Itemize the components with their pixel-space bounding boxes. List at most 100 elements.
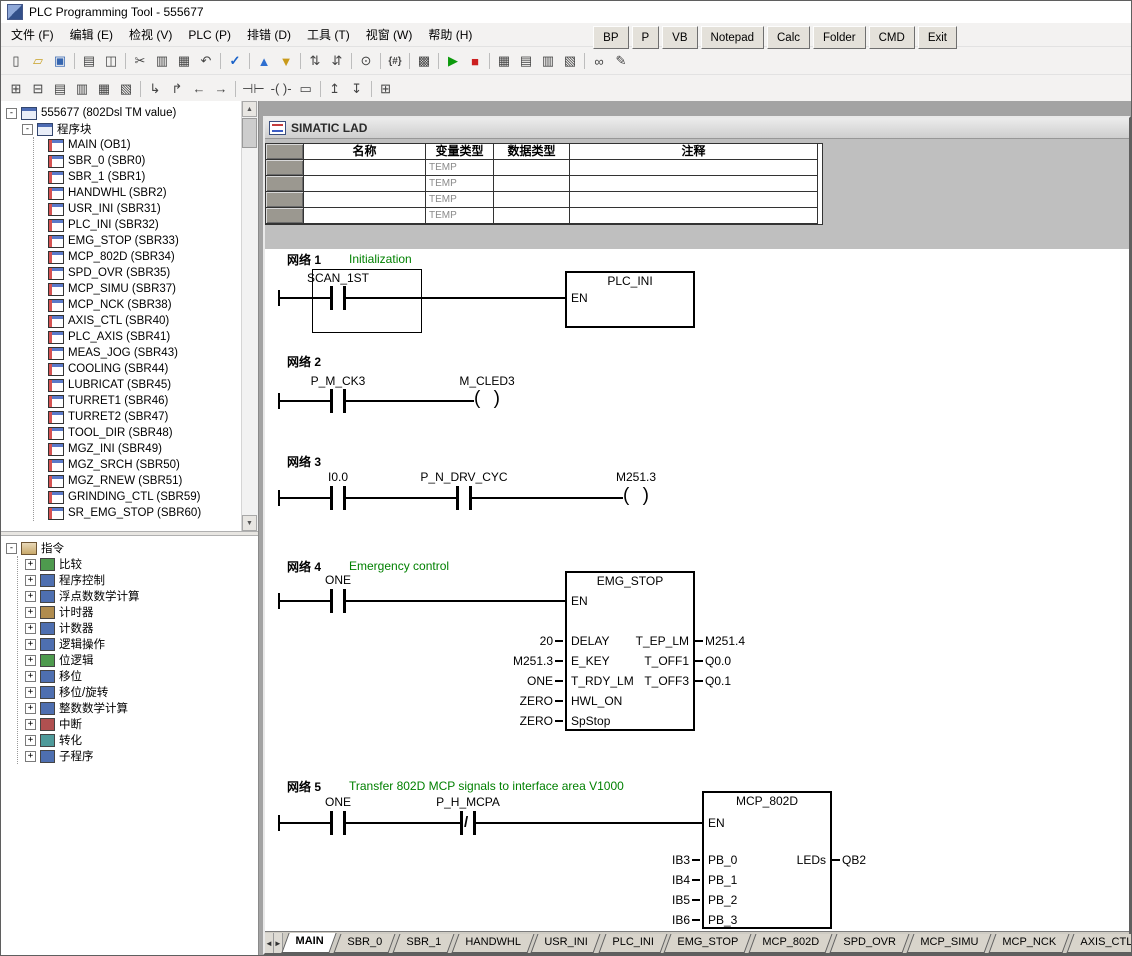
tree-item-block[interactable]: MGZ_RNEW (SBR51) bbox=[34, 473, 258, 489]
quick-launch-button[interactable]: Exit bbox=[918, 26, 957, 49]
expander-icon[interactable]: + bbox=[25, 719, 36, 730]
pou-tab[interactable]: USR_INI bbox=[531, 934, 601, 953]
tree-item-block[interactable]: SR_EMG_STOP (SBR60) bbox=[34, 505, 258, 521]
menu-item[interactable]: 检视 (V) bbox=[121, 23, 180, 46]
contact[interactable] bbox=[330, 589, 346, 613]
edit-pen-icon[interactable]: ✎ bbox=[610, 51, 632, 71]
tree-item-instruction-category[interactable]: + 转化 bbox=[18, 732, 258, 748]
pou-tab[interactable]: AXIS_CTL bbox=[1066, 934, 1132, 953]
expander-icon[interactable]: + bbox=[25, 751, 36, 762]
tree-item-instruction-category[interactable]: + 逻辑操作 bbox=[18, 636, 258, 652]
pou-tab[interactable]: EMG_STOP bbox=[664, 934, 752, 953]
row-header-cell[interactable] bbox=[266, 208, 304, 224]
function-box-mcp-802d[interactable]: MCP_802D EN PB_0PB_1PB_2PB_3 LEDs bbox=[702, 791, 832, 929]
expander-icon[interactable]: + bbox=[25, 559, 36, 570]
contact[interactable] bbox=[456, 486, 472, 510]
pou-tab-active[interactable]: MAIN bbox=[281, 933, 336, 953]
contact[interactable] bbox=[330, 486, 346, 510]
expander-icon[interactable]: - bbox=[22, 124, 33, 135]
pou-tab[interactable]: SBR_1 bbox=[392, 934, 454, 953]
line-up-icon[interactable]: ↱ bbox=[166, 79, 188, 99]
force-on-icon[interactable]: ↥ bbox=[324, 79, 346, 99]
coil-icon[interactable]: -( )- bbox=[268, 79, 295, 99]
pou-tab[interactable]: PLC_INI bbox=[598, 934, 666, 953]
title-bar[interactable]: PLC Programming Tool - 555677 bbox=[1, 1, 1131, 24]
operand-row[interactable]: IB6 bbox=[570, 910, 700, 930]
name-cell[interactable] bbox=[304, 176, 426, 192]
ladder-canvas[interactable]: 网络 1 Initialization SCAN_1ST PLC_INI EN … bbox=[265, 249, 1129, 932]
tree-item-block[interactable]: TURRET1 (SBR46) bbox=[34, 393, 258, 409]
operand-row[interactable]: ONE bbox=[433, 671, 563, 691]
cut-icon[interactable]: ✂ bbox=[129, 51, 151, 71]
insert-row-icon[interactable]: ▤ bbox=[49, 79, 71, 99]
expander-icon[interactable]: - bbox=[6, 543, 17, 554]
tree-item-block[interactable]: MGZ_INI (SBR49) bbox=[34, 441, 258, 457]
tree-item-instruction-category[interactable]: + 程序控制 bbox=[18, 572, 258, 588]
quick-launch-button[interactable]: CMD bbox=[869, 26, 915, 49]
tree-item-block[interactable]: MAIN (OB1) bbox=[34, 137, 258, 153]
menu-item[interactable]: 编辑 (E) bbox=[62, 23, 121, 46]
coil[interactable]: () bbox=[623, 485, 649, 509]
expander-icon[interactable]: + bbox=[25, 607, 36, 618]
quick-launch-button[interactable]: Calc bbox=[767, 26, 810, 49]
operand-row[interactable]: 20 bbox=[433, 631, 563, 651]
new-file-icon[interactable]: ▯ bbox=[5, 51, 27, 71]
stop-icon[interactable]: ■ bbox=[464, 51, 486, 71]
expander-icon[interactable]: + bbox=[25, 735, 36, 746]
tree-item-block[interactable]: EMG_STOP (SBR33) bbox=[34, 233, 258, 249]
tree-item-block[interactable]: HANDWHL (SBR2) bbox=[34, 185, 258, 201]
program-status-icon[interactable]: ▦ bbox=[493, 51, 515, 71]
menu-item[interactable]: PLC (P) bbox=[180, 25, 239, 45]
menu-item[interactable]: 帮助 (H) bbox=[420, 23, 480, 46]
tab-scroll-left-icon[interactable]: ◄ bbox=[265, 933, 274, 953]
find-icon[interactable]: ⊙ bbox=[355, 51, 377, 71]
operand-row[interactable]: ZERO bbox=[433, 711, 563, 731]
tree-item-program-blocks[interactable]: - 程序块 bbox=[22, 121, 258, 137]
expander-icon[interactable]: + bbox=[25, 671, 36, 682]
print-preview-icon[interactable]: ◫ bbox=[100, 51, 122, 71]
expander-icon[interactable]: + bbox=[25, 639, 36, 650]
expander-icon[interactable]: - bbox=[6, 108, 17, 119]
menu-item[interactable]: 排错 (D) bbox=[239, 23, 299, 46]
contact[interactable] bbox=[330, 811, 346, 835]
project-tree-scrollbar[interactable]: ▲ ▼ bbox=[241, 101, 258, 531]
operand-row[interactable]: IB3 bbox=[570, 850, 700, 870]
tree-item-instruction-category[interactable]: + 计时器 bbox=[18, 604, 258, 620]
scroll-down-icon[interactable]: ▼ bbox=[242, 515, 257, 531]
run-icon[interactable]: ▶ bbox=[442, 51, 464, 71]
scroll-up-icon[interactable]: ▲ bbox=[242, 101, 257, 117]
tree-item-block[interactable]: MEAS_JOG (SBR43) bbox=[34, 345, 258, 361]
comment-cell[interactable] bbox=[570, 192, 818, 208]
comment-cell[interactable] bbox=[570, 176, 818, 192]
delete-network-icon[interactable]: ⊟ bbox=[27, 79, 49, 99]
contact[interactable] bbox=[330, 286, 346, 310]
data-block-icon[interactable]: ▧ bbox=[115, 79, 137, 99]
table-corner-cell[interactable] bbox=[266, 144, 304, 160]
tree-item-block[interactable]: SPD_OVR (SBR35) bbox=[34, 265, 258, 281]
name-cell[interactable] bbox=[304, 192, 426, 208]
print-icon[interactable]: ▤ bbox=[78, 51, 100, 71]
tree-item-block[interactable]: SBR_0 (SBR0) bbox=[34, 153, 258, 169]
expander-icon[interactable]: + bbox=[25, 591, 36, 602]
force-off-icon[interactable]: ↧ bbox=[346, 79, 368, 99]
name-cell[interactable] bbox=[304, 160, 426, 176]
tree-item-block[interactable]: LUBRICAT (SBR45) bbox=[34, 377, 258, 393]
pou-tab[interactable]: SBR_0 bbox=[333, 934, 395, 953]
tree-item-block[interactable]: PLC_INI (SBR32) bbox=[34, 217, 258, 233]
upload-icon[interactable]: ▲ bbox=[253, 51, 275, 71]
row-header-cell[interactable] bbox=[266, 192, 304, 208]
tree-item-block[interactable]: COOLING (SBR44) bbox=[34, 361, 258, 377]
pou-tab[interactable]: SPD_OVR bbox=[830, 934, 909, 953]
contact[interactable] bbox=[330, 389, 346, 413]
delete-row-icon[interactable]: ▥ bbox=[71, 79, 93, 99]
coil[interactable]: () bbox=[474, 388, 500, 412]
expander-icon[interactable]: + bbox=[25, 703, 36, 714]
operand-row[interactable]: IB5 bbox=[570, 890, 700, 910]
tree-item-instruction-category[interactable]: + 子程序 bbox=[18, 748, 258, 764]
expander-icon[interactable]: + bbox=[25, 655, 36, 666]
tree-item-instruction-category[interactable]: + 浮点数数学计算 bbox=[18, 588, 258, 604]
function-box-plc-ini[interactable]: PLC_INI EN bbox=[565, 271, 695, 328]
expander-icon[interactable]: + bbox=[25, 623, 36, 634]
paste-icon[interactable]: ▦ bbox=[173, 51, 195, 71]
view-glasses-icon[interactable]: ∞ bbox=[588, 51, 610, 71]
